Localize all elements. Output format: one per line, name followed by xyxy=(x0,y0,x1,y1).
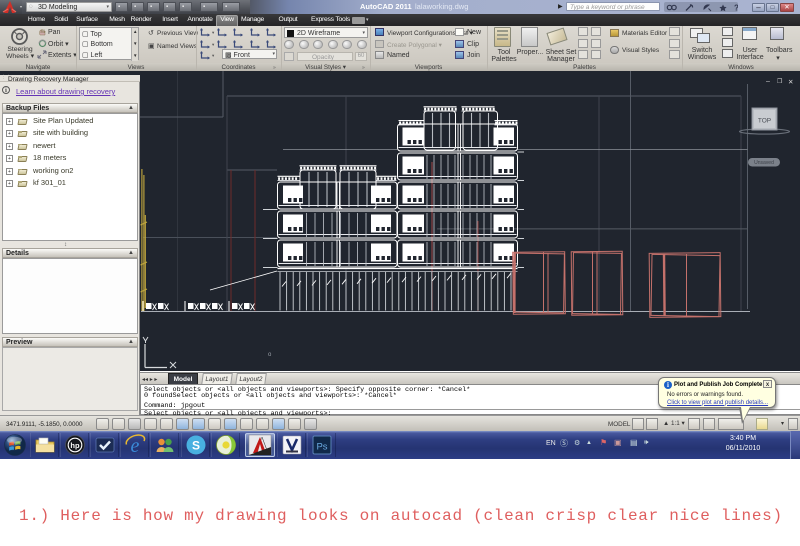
svg-text:Ps: Ps xyxy=(316,441,327,452)
svg-text:o: o xyxy=(268,352,272,358)
svg-text:?: ? xyxy=(734,4,738,13)
svg-text:e: e xyxy=(130,435,139,457)
svg-text:TOP: TOP xyxy=(758,118,771,125)
svg-text:hp: hp xyxy=(70,440,80,449)
svg-text:Unsaved: Unsaved xyxy=(754,160,774,166)
svg-text:S: S xyxy=(191,438,199,452)
